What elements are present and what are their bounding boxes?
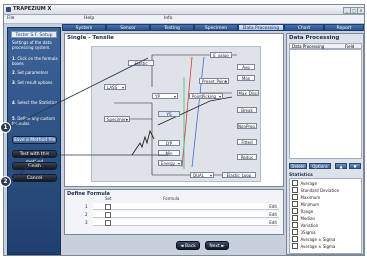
stat-option[interactable]: Variation [292,222,318,228]
formula-set-checkbox[interactable] [105,212,111,218]
non-prop-box[interactable]: NonProp. [237,123,257,129]
formula-panel: Single - Tensile Elastic E_value Avg Max… [64,33,284,187]
formula-col-formula: Formula [163,196,180,201]
define-formula-panel: Define Formula Set Formula 1 Edit 2 Edit… [64,189,284,235]
tab-system[interactable]: System [62,24,106,31]
wizard-step-5: 5. Define any custom formulas [12,116,56,126]
min-box[interactable]: Min [158,150,180,156]
specimen-dropdown[interactable]: Specimen [104,116,130,122]
formula-set-checkbox[interactable] [105,220,111,226]
data-processing-title: Data Processing [289,35,340,41]
menu-file[interactable]: File [7,16,15,21]
options-button[interactable]: Options [309,163,331,169]
title-bar: TRAPEZIUM X _ □ × [4,5,364,15]
test-with-method-button[interactable]: Test with this method [12,150,57,165]
formula-row: 2 Edit [85,211,279,218]
formula-canvas: Elastic E_value Avg Max LASS Preset_Poin… [91,46,261,182]
yp-dropdown[interactable]: YP [152,93,178,99]
tab-data-processing[interactable]: Data Processing [238,24,284,31]
stat-option[interactable]: Minimum [292,201,319,207]
elastic-loop-box[interactable]: Elastic_Loop [222,172,256,178]
elastic-box[interactable]: Elastic [128,60,154,66]
wizard-step-4: 4. Select the Statistics [12,100,58,105]
statistics-list: Average Standard Deviation Maximum Minim… [289,178,362,254]
back-button[interactable]: ◄ Back [176,241,200,250]
sidebar-header: Tester S.F. Setup [11,31,57,38]
formula-set-checkbox[interactable] [105,204,111,210]
tab-testing[interactable]: Testing [150,24,194,31]
menu-bar: File Help Info [4,15,364,24]
energy-dropdown[interactable]: Energy [158,160,182,166]
app-logo-icon [6,7,11,12]
callout-2: 2 [0,176,11,187]
move-up-button[interactable]: ▲ [335,163,347,169]
callout-1: 1 [0,122,11,133]
cancel-button[interactable]: Cancel [12,174,57,182]
point-picking-dropdown[interactable]: PointPicking [189,93,223,99]
finish-button[interactable]: Finish [12,162,57,170]
tab-specimen[interactable]: Specimen [194,24,238,31]
save-method-file-button[interactable]: Save a Method file [12,136,57,144]
formula-row: 3 Edit [85,219,279,226]
formula-edit-button[interactable]: Edit [269,212,277,217]
delete-item-button[interactable]: Delete [289,163,307,169]
app-window: TRAPEZIUM X _ □ × File Help Info System … [3,4,365,256]
sidebar-description: Settings of the data processing system. [12,40,52,50]
e-value-box[interactable]: E_value [210,52,232,58]
formula-row-number: 3 [85,220,88,225]
formula-edit-button[interactable]: Edit [269,220,277,225]
wizard-step-1: 1. Click on the formula boxes [12,56,58,66]
next-button[interactable]: Next ► [205,241,229,250]
stat-option[interactable]: Standard Deviation [292,187,339,193]
lass-dropdown[interactable]: LASS [104,84,126,90]
formula-col-set: Set [105,196,112,201]
avg-box[interactable]: Avg [237,64,255,70]
menu-help[interactable]: Help [84,16,94,21]
dual-dropdown[interactable]: DUAL [190,172,214,178]
formula-row-number: 2 [85,212,88,217]
preset-point-dropdown[interactable]: Preset_Point [199,78,229,84]
data-processing-panel: Data Processing Data Processing Field De… [286,33,364,255]
wizard-sidebar: Tester S.F. Setup Settings of the data p… [7,27,61,255]
wizard-step-3: 3. Set result options [12,80,53,85]
formula-row-number: 1 [85,204,88,209]
close-button[interactable]: × [357,7,364,14]
window-title: TRAPEZIUM X [13,6,52,12]
formula-row: 1 Edit [85,203,279,210]
main-tabs: System Sensor Testing Specimen Data Proc… [62,24,364,32]
tab-report[interactable]: Report [324,24,364,31]
fitted-box[interactable]: Fitted [237,139,257,145]
lyp-box[interactable]: LYP [158,140,180,146]
wizard-step-2: 2. Set parameters [12,70,49,75]
menu-info[interactable]: Info [164,16,173,21]
formula-edit-button[interactable]: Edit [269,204,277,209]
stat-option[interactable]: Maximum [292,194,320,200]
stat-option[interactable]: Average [292,180,317,186]
stat-option[interactable]: Median [292,215,315,221]
tab-sensor[interactable]: Sensor [106,24,150,31]
max-disp-box[interactable]: Max_Disp [237,90,259,96]
move-down-button[interactable]: ▼ [349,163,361,169]
max-box[interactable]: Max [237,75,255,81]
formula-table-header: Set Formula [93,196,279,202]
panel-title: Single - Tensile [67,35,114,41]
tab-chart[interactable]: Chart [284,24,324,31]
stat-option[interactable]: Average ± Sigma [292,243,335,249]
stat-option[interactable]: 3Sigma [292,229,316,235]
stat-option[interactable]: Average ± Sigma [292,236,335,242]
reduc-box[interactable]: Reduc [237,154,257,160]
break-box[interactable]: Break [237,107,257,113]
data-processing-list[interactable] [289,49,362,159]
ys-box[interactable]: YS [158,111,180,117]
stat-option[interactable]: Range [292,208,313,214]
